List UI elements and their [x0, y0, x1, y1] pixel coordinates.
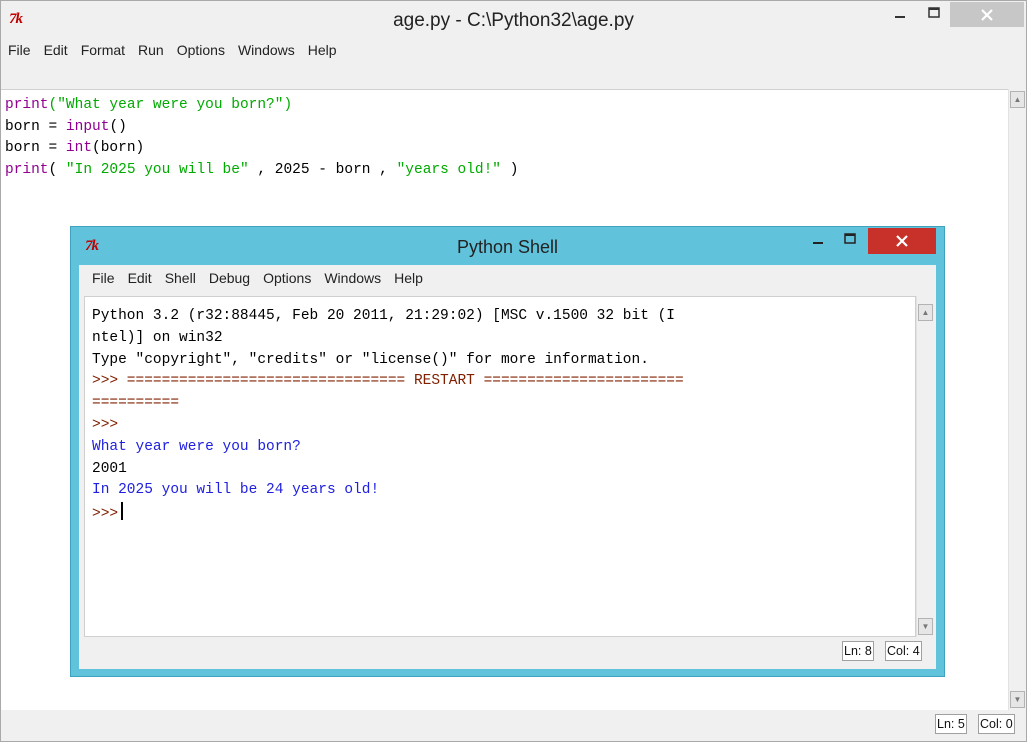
line-indicator: Ln: 8: [842, 641, 874, 661]
close-button[interactable]: [950, 2, 1024, 27]
maximize-icon: [928, 7, 940, 18]
menu-options[interactable]: Options: [177, 42, 225, 58]
shell-output-area[interactable]: Python 3.2 (r32:88445, Feb 20 2011, 21:2…: [84, 296, 916, 637]
editor-scrollbar[interactable]: ▲ ▼: [1008, 89, 1026, 710]
shell-line: Type "copyright", "credits" or "license(…: [92, 351, 649, 368]
editor-statusbar: Ln: 5 Col: 0: [1, 714, 1026, 736]
restart-banner: >>> ================================ RES…: [92, 373, 684, 390]
menu-help[interactable]: Help: [394, 270, 423, 286]
shell-prompt: >>>: [92, 416, 119, 433]
menu-file[interactable]: File: [92, 270, 115, 286]
menu-windows[interactable]: Windows: [238, 42, 295, 58]
minimize-icon: [813, 242, 823, 244]
shell-close-button[interactable]: [868, 228, 936, 254]
menu-format[interactable]: Format: [81, 42, 125, 58]
shell-scrollbar[interactable]: ▲ ▼: [916, 296, 934, 637]
column-indicator: Col: 4: [885, 641, 922, 661]
menu-help[interactable]: Help: [308, 42, 337, 58]
minimize-icon: [895, 16, 905, 18]
shell-prompt: >>>: [92, 506, 119, 523]
shell-menubar: File Edit Shell Debug Options Windows Help: [92, 270, 936, 286]
shell-titlebar[interactable]: 7k Python Shell: [71, 227, 944, 263]
editor-titlebar[interactable]: 7k age.py - C:\Python32\age.py: [1, 1, 1026, 39]
code-line: born = int(born): [5, 140, 145, 156]
scroll-up-arrow-icon[interactable]: ▲: [918, 304, 933, 321]
program-output: What year were you born?: [92, 438, 301, 455]
editor-menubar: File Edit Format Run Options Windows Help: [8, 42, 1026, 58]
user-input: 2001: [92, 460, 127, 477]
active-prompt-line[interactable]: >>>: [92, 502, 915, 526]
code-line: print( "In 2025 you will be" , 2025 - bo…: [5, 161, 519, 178]
editor-window-title: age.py - C:\Python32\age.py: [393, 10, 634, 31]
maximize-button[interactable]: [919, 2, 949, 27]
close-icon: [981, 9, 993, 21]
menu-edit[interactable]: Edit: [128, 270, 152, 286]
shell-line: Python 3.2 (r32:88445, Feb 20 2011, 21:2…: [92, 308, 675, 324]
scroll-up-arrow-icon[interactable]: ▲: [1010, 91, 1025, 108]
text-cursor: [121, 502, 124, 521]
menu-edit[interactable]: Edit: [44, 42, 68, 58]
restart-banner-cont: ==========: [92, 395, 180, 412]
program-output: In 2025 you will be 24 years old!: [92, 482, 380, 499]
shell-statusbar: Ln: 8 Col: 4: [79, 641, 936, 663]
scroll-down-arrow-icon[interactable]: ▼: [1010, 691, 1025, 708]
python-shell-window: 7k Python Shell File Edit Shell Debug Option…: [70, 226, 945, 677]
menu-file[interactable]: File: [8, 42, 31, 58]
code-line: born = input(): [5, 118, 127, 135]
menu-windows[interactable]: Windows: [324, 270, 381, 286]
menu-debug[interactable]: Debug: [209, 270, 250, 286]
shell-line: ntel)] on win32: [92, 329, 223, 346]
maximize-icon: [844, 233, 856, 244]
menu-run[interactable]: Run: [138, 42, 164, 58]
line-indicator: Ln: 5: [935, 714, 967, 734]
shell-maximize-button[interactable]: [835, 229, 865, 254]
column-indicator: Col: 0: [978, 714, 1015, 734]
scroll-down-arrow-icon[interactable]: ▼: [918, 618, 933, 635]
shell-minimize-button[interactable]: [804, 229, 834, 254]
close-icon: [896, 235, 908, 247]
minimize-button[interactable]: [886, 2, 916, 27]
shell-client-area: File Edit Shell Debug Options Windows Help Pyt…: [79, 265, 936, 669]
menu-shell[interactable]: Shell: [165, 270, 196, 286]
code-line: print("What year were you born?"): [5, 97, 293, 113]
menu-options[interactable]: Options: [263, 270, 311, 286]
